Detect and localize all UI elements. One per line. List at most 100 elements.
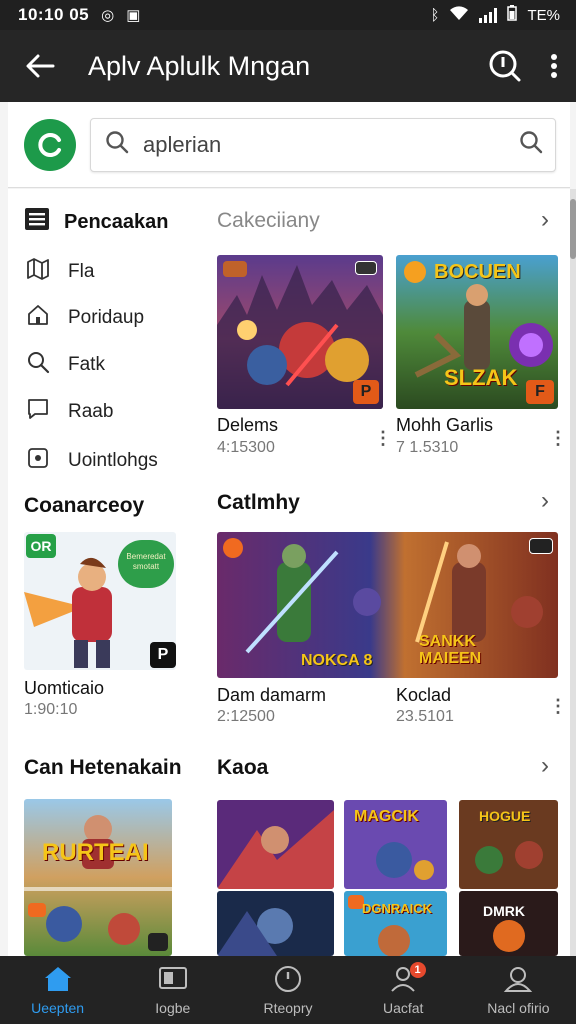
rating-badge [529,538,553,554]
search-input[interactable]: aplerian [90,117,556,172]
nav-label: Iogbe [155,999,191,1016]
list-icon [24,207,50,237]
sidebar-item-label: Fla [68,261,95,282]
nav-item-nacl-ofirio[interactable]: Nacl ofirio [461,956,576,1024]
game-card-title[interactable]: Delems [217,415,278,436]
sidebar-header-label: Pencaakan [64,210,169,233]
map-icon [26,257,50,287]
search-icon [105,130,129,159]
home-icon [43,965,73,996]
sidebar-item-poridaup[interactable]: Poridaup [26,303,144,333]
app-logo[interactable] [24,118,76,171]
square-icon [26,446,50,476]
chevron-right-icon[interactable]: › [541,752,549,780]
app-tag-badge: OR [26,534,56,558]
game-logo-badge [223,261,247,277]
game-tile-image[interactable] [217,891,334,956]
section-title-catlmhy[interactable]: Catlmhy [217,491,300,515]
nav-label: Ueepten [31,999,85,1016]
game-card-title[interactable]: Koclad [396,685,451,706]
rating-badge [355,261,377,275]
search-icon [26,350,50,380]
info-search-button[interactable] [488,49,522,83]
game-tile-label: DGNRAICK [362,901,433,916]
banner-left-text: NOKCA 8 [301,652,373,669]
section-title-kaoa[interactable]: Kaoa [217,756,268,780]
publisher-badge: F [526,380,554,404]
sidebar-item-uointlohgs[interactable]: Uointlohgs [26,446,158,476]
sidebar-item-label: Poridaup [68,307,145,328]
game-card-meta: 23.5101 [396,708,454,725]
camera-status-icon: ◎ [101,7,115,24]
search-query: aplerian [143,131,222,157]
status-bar: 10:10 05 ◎ ▣ ᛒ TE% [0,0,576,30]
publisher-badge [148,933,168,951]
game-logo-badge [28,903,46,917]
sidebar-item-label: Raab [68,401,114,422]
sidebar-header[interactable]: Pencaakan [24,207,169,237]
wifi-icon [449,5,469,25]
game-card-image[interactable]: P [217,255,383,409]
game-card-overlay-subtitle: SLZAK [444,365,518,390]
sidebar-item-label: Fatk [68,354,105,375]
nav-item-home[interactable]: Ueepten [0,956,115,1024]
game-card-title[interactable]: Mohh Garlis [396,415,493,436]
status-time: 10:10 05 [18,5,90,24]
featured-app-meta: 1:90:10 [24,701,78,718]
game-card-image[interactable]: RURTEAI [24,799,172,956]
game-card-meta: 7 1.5310 [396,439,459,456]
featured-app-image[interactable]: OR Bemeredat smotatt P [24,532,176,670]
sidebar-item-raab[interactable]: Raab [26,397,113,427]
more-options-icon[interactable]: ⋮ [549,697,567,715]
main-content: Pencaakan Fla Poridaup Fatk Raab Uointlo… [8,189,572,956]
nav-item-uacfat[interactable]: 1 Uacfat [346,956,461,1024]
more-options-icon[interactable]: ⋮ [549,429,567,447]
game-tile-label: HOGUE [479,808,531,824]
nav-label: Uacfat [382,999,424,1016]
bottom-navigation: Ueepten Iogbe Rteopry 1 Uacfat Nacl ofir… [0,956,576,1024]
signal-icon [479,7,498,23]
featured-banner-image[interactable]: NOKCA 8 SANKK MAIEEN [217,532,558,678]
house-icon [26,303,50,333]
game-tile-label: DMRK [483,903,525,919]
sidebar-item-fla[interactable]: Fla [26,257,94,287]
search-submit-icon[interactable] [519,130,543,159]
section-title-cakeciiany[interactable]: Cakeciiany [217,209,320,233]
chevron-right-icon[interactable]: › [541,487,549,515]
nav-label: Rteopry [263,999,313,1016]
nav-item-rteopry[interactable]: Rteopry [230,956,345,1024]
game-tile-image[interactable]: DMRK [459,891,558,956]
featured-app-title[interactable]: Uomticaio [24,678,104,699]
game-tile-image[interactable] [217,800,334,889]
app-bar: Aplv Aplulk Mngan [0,30,576,102]
game-card-meta: 2:12500 [217,708,275,725]
scrollbar[interactable] [570,189,576,956]
promo-bubble: Bemeredat smotatt [118,540,174,588]
bluetooth-icon: ᛒ [430,6,440,24]
sidebar-item-label: Uointlohgs [68,450,158,471]
game-tile-label: MAGCIK [354,808,419,825]
game-logo-badge [404,261,426,283]
game-card-meta: 4:15300 [217,439,275,456]
more-options-icon[interactable] [550,53,558,79]
game-tile-image[interactable]: MAGCIK [344,800,447,889]
app-title: Aplv Aplulk Mngan [88,50,311,81]
chevron-right-icon[interactable]: › [541,206,549,234]
publisher-badge: P [150,642,176,668]
game-logo-badge [223,538,243,558]
notification-badge: 1 [409,962,426,978]
banner-right-text: SANKK MAIEEN [419,633,482,667]
back-arrow-icon[interactable] [18,53,62,79]
notification-status-icon: ▣ [126,7,141,24]
game-card-title[interactable]: Dam damarm [217,685,326,706]
nav-item-iogbe[interactable]: Iogbe [115,956,230,1024]
game-tile-image[interactable]: DGNRAICK [344,891,447,956]
clock-icon [273,965,303,996]
more-options-icon[interactable]: ⋮ [374,429,392,447]
sidebar-item-fatk[interactable]: Fatk [26,350,105,380]
game-card-image[interactable]: BOCUEN SLZAK F [396,255,558,409]
section-title-coanarceoy[interactable]: Coanarceoy [24,494,144,518]
publisher-badge: P [353,380,379,404]
game-tile-image[interactable]: HOGUE [459,800,558,889]
section-title-can-hetenakain[interactable]: Can Hetenakain [24,756,182,780]
